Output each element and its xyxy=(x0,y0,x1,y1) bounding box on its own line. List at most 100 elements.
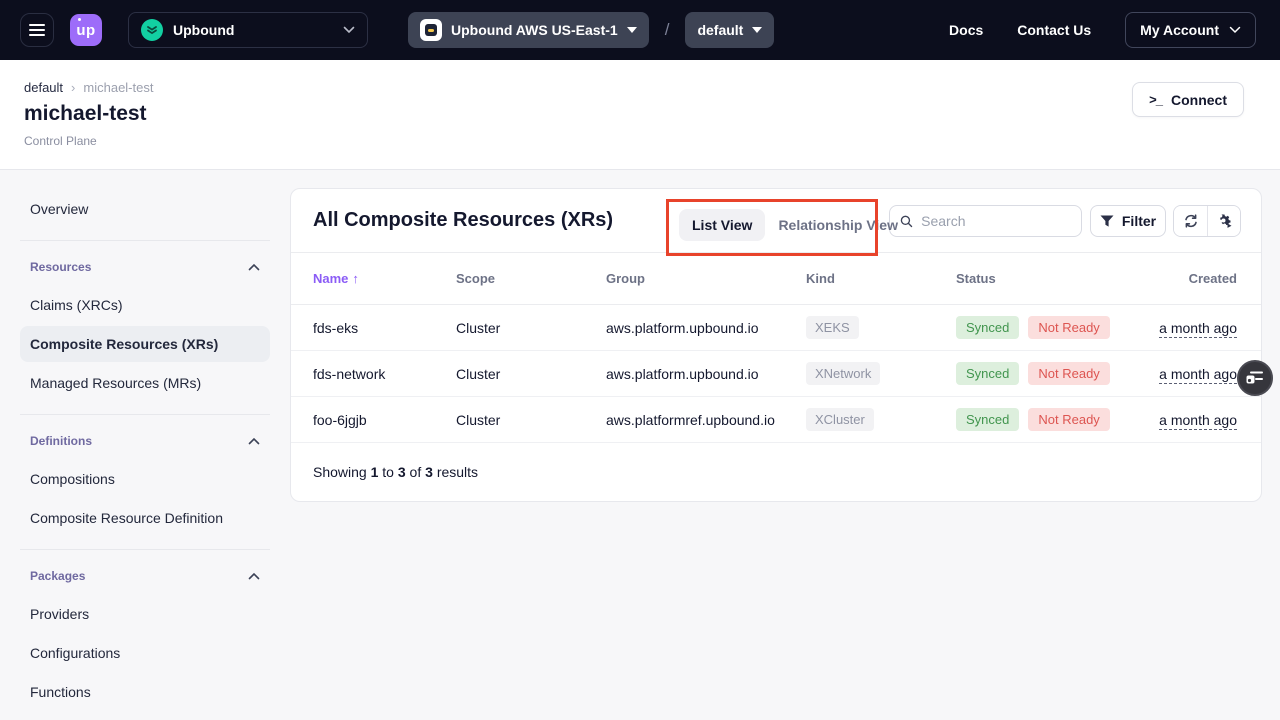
page-header: default › michael-test michael-test Cont… xyxy=(0,60,1280,170)
connect-button[interactable]: >_ Connect xyxy=(1132,82,1244,117)
sidebar-item-functions[interactable]: Functions xyxy=(20,674,270,710)
organization-dropdown[interactable]: Upbound xyxy=(128,12,368,48)
cell-kind: XNetwork xyxy=(806,362,956,385)
view-toggle: List View Relationship View xyxy=(679,209,911,241)
org-avatar-icon xyxy=(141,19,163,41)
column-header-group[interactable]: Group xyxy=(606,271,806,286)
filter-button[interactable]: Filter xyxy=(1090,205,1166,237)
cell-kind: XCluster xyxy=(806,408,956,431)
cell-created: a month ago xyxy=(1146,366,1237,382)
synced-badge: Synced xyxy=(956,408,1019,431)
section-title: Definitions xyxy=(30,434,92,448)
cell-scope: Cluster xyxy=(456,320,606,336)
column-header-created[interactable]: Created xyxy=(1146,271,1237,286)
cell-name: foo-6jgjb xyxy=(313,412,456,428)
page-title: michael-test xyxy=(24,102,1244,126)
sidebar-item-overview[interactable]: Overview xyxy=(20,191,270,227)
panel-title: All Composite Resources (XRs) xyxy=(313,209,613,232)
cell-status: Synced Not Ready xyxy=(956,316,1146,339)
sidebar-item-composite-resources[interactable]: Composite Resources (XRs) xyxy=(20,326,270,362)
synced-badge: Synced xyxy=(956,316,1019,339)
contact-us-link[interactable]: Contact Us xyxy=(1017,22,1091,38)
not-ready-badge: Not Ready xyxy=(1028,408,1109,431)
filter-funnel-icon xyxy=(1100,215,1114,228)
breadcrumb-chevron-icon: › xyxy=(71,80,75,95)
synced-badge: Synced xyxy=(956,362,1019,385)
chevron-up-icon xyxy=(248,572,260,580)
relationship-view-tab[interactable]: Relationship View xyxy=(765,209,911,241)
sidebar-section-resources[interactable]: Resources xyxy=(20,254,270,284)
panel-header: All Composite Resources (XRs) List View … xyxy=(291,189,1261,253)
connect-label: Connect xyxy=(1171,92,1227,108)
top-navbar: up Upbound Upbound AWS US-East-1 / defau… xyxy=(0,0,1280,60)
control-plane-dropdown[interactable]: Upbound AWS US-East-1 xyxy=(408,12,649,48)
kind-badge: XNetwork xyxy=(806,362,880,385)
column-header-kind[interactable]: Kind xyxy=(806,271,956,286)
docs-link[interactable]: Docs xyxy=(949,22,983,38)
feedback-widget-icon xyxy=(1246,371,1264,385)
sidebar-section-definitions[interactable]: Definitions xyxy=(20,428,270,458)
cell-kind: XEKS xyxy=(806,316,956,339)
my-account-button[interactable]: My Account xyxy=(1125,12,1256,48)
cell-scope: Cluster xyxy=(456,366,606,382)
divider xyxy=(20,414,270,415)
breadcrumb-default[interactable]: default xyxy=(24,80,63,95)
column-header-status[interactable]: Status xyxy=(956,271,1146,286)
caret-down-icon xyxy=(752,27,762,33)
created-tooltip-text: a month ago xyxy=(1159,320,1237,338)
divider xyxy=(20,549,270,550)
kind-badge: XEKS xyxy=(806,316,859,339)
auto-refresh-settings-icon[interactable] xyxy=(1207,206,1240,236)
cell-created: a month ago xyxy=(1146,412,1237,428)
caret-down-icon xyxy=(627,27,637,33)
navbar-links: Docs Contact Us My Account xyxy=(949,12,1256,48)
feedback-widget-button[interactable] xyxy=(1237,360,1273,396)
column-header-scope[interactable]: Scope xyxy=(456,271,606,286)
filter-label: Filter xyxy=(1122,213,1156,229)
namespace-name: default xyxy=(697,22,743,38)
sidebar-item-xrd[interactable]: Composite Resource Definition xyxy=(20,500,270,536)
namespace-dropdown[interactable]: default xyxy=(685,12,774,48)
table-header-row: Name ↑ Scope Group Kind Status Created xyxy=(291,253,1261,305)
terminal-icon: >_ xyxy=(1149,92,1162,107)
table-row[interactable]: fds-network Cluster aws.platform.upbound… xyxy=(291,351,1261,397)
breadcrumb-current: michael-test xyxy=(83,80,153,95)
search-input[interactable] xyxy=(921,213,1071,229)
list-view-tab[interactable]: List View xyxy=(679,209,765,241)
page-subtitle: Control Plane xyxy=(24,134,1244,148)
chevron-up-icon xyxy=(248,437,260,445)
sidebar-item-managed-resources[interactable]: Managed Resources (MRs) xyxy=(20,365,270,401)
hamburger-menu-icon[interactable] xyxy=(20,13,54,47)
table-row[interactable]: foo-6jgjb Cluster aws.platformref.upboun… xyxy=(291,397,1261,443)
cell-name: fds-network xyxy=(313,366,456,382)
results-summary: Showing 1 to 3 of 3 results xyxy=(291,443,1261,501)
cell-scope: Cluster xyxy=(456,412,606,428)
sort-ascending-icon: ↑ xyxy=(352,271,359,286)
cell-status: Synced Not Ready xyxy=(956,408,1146,431)
chevron-down-icon xyxy=(1229,26,1241,34)
table-actions xyxy=(1173,205,1241,237)
sidebar-item-providers[interactable]: Providers xyxy=(20,596,270,632)
path-separator: / xyxy=(665,20,670,40)
sidebar-item-configurations[interactable]: Configurations xyxy=(20,635,270,671)
sidebar-item-claims[interactable]: Claims (XRCs) xyxy=(20,287,270,323)
cell-group: aws.platformref.upbound.io xyxy=(606,412,806,428)
sidebar-item-compositions[interactable]: Compositions xyxy=(20,461,270,497)
refresh-icon[interactable] xyxy=(1174,206,1207,236)
sidebar-section-packages[interactable]: Packages xyxy=(20,563,270,593)
composite-resources-panel: All Composite Resources (XRs) List View … xyxy=(290,188,1262,502)
chevron-up-icon xyxy=(248,263,260,271)
section-title: Resources xyxy=(30,260,91,274)
not-ready-badge: Not Ready xyxy=(1028,316,1109,339)
sidebar-nav: Overview Resources Claims (XRCs) Composi… xyxy=(20,188,270,713)
column-header-name[interactable]: Name ↑ xyxy=(313,271,456,286)
kind-badge: XCluster xyxy=(806,408,874,431)
cell-group: aws.platform.upbound.io xyxy=(606,320,806,336)
divider xyxy=(20,240,270,241)
section-title: Packages xyxy=(30,569,85,583)
not-ready-badge: Not Ready xyxy=(1028,362,1109,385)
table-row[interactable]: fds-eks Cluster aws.platform.upbound.io … xyxy=(291,305,1261,351)
chevron-down-icon xyxy=(343,26,355,34)
created-tooltip-text: a month ago xyxy=(1159,366,1237,384)
upbound-logo[interactable]: up xyxy=(70,14,102,46)
